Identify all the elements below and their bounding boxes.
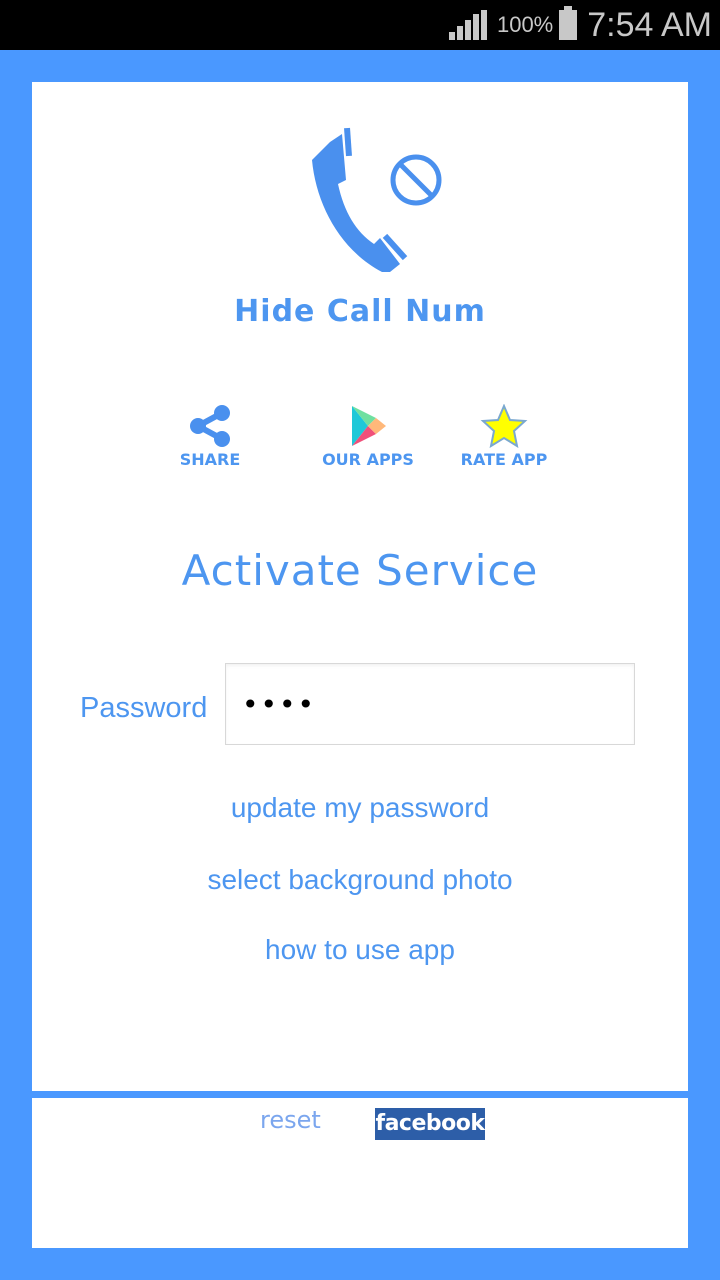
clock: 7:54 AM bbox=[587, 5, 712, 44]
reset-button[interactable]: reset bbox=[260, 1106, 321, 1134]
main-card: Hide Call Num SHARE OUR APPS RATE APP Ac… bbox=[32, 82, 688, 1091]
password-label: Password bbox=[80, 692, 208, 724]
play-store-icon bbox=[352, 406, 386, 446]
status-bar: 100% 7:54 AM bbox=[0, 0, 720, 50]
app-title: Hide Call Num bbox=[234, 294, 486, 329]
our-apps-button[interactable]: OUR APPS bbox=[308, 404, 428, 469]
update-password-link[interactable]: update my password bbox=[32, 792, 688, 824]
activate-service-title: Activate Service bbox=[181, 546, 539, 595]
phone-blocked-icon bbox=[312, 127, 442, 272]
password-input[interactable] bbox=[225, 663, 635, 745]
share-button[interactable]: SHARE bbox=[150, 404, 270, 469]
share-label: SHARE bbox=[179, 450, 241, 469]
signal-strength-icon bbox=[448, 10, 489, 40]
rate-app-button[interactable]: RATE APP bbox=[444, 404, 564, 469]
battery-full-icon bbox=[559, 6, 578, 40]
facebook-button[interactable]: facebook bbox=[375, 1108, 485, 1140]
star-icon bbox=[480, 404, 528, 448]
our-apps-label: OUR APPS bbox=[322, 450, 414, 469]
rate-app-label: RATE APP bbox=[460, 450, 548, 469]
select-background-photo-link[interactable]: select background photo bbox=[32, 864, 688, 896]
battery-percent: 100% bbox=[496, 12, 554, 37]
footer-card: reset facebook bbox=[32, 1098, 688, 1248]
share-icon bbox=[190, 405, 230, 447]
how-to-use-app-link[interactable]: how to use app bbox=[32, 934, 688, 966]
